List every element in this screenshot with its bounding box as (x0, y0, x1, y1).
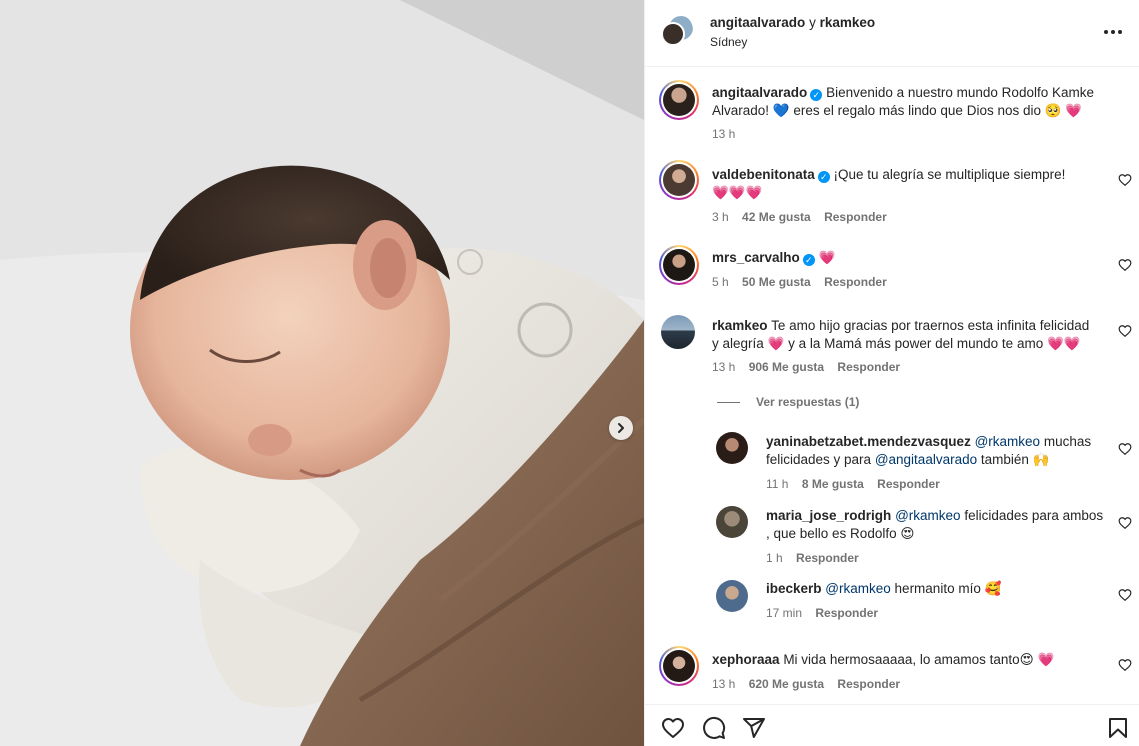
post-actions-bar (645, 704, 1139, 746)
comment-time: 13 h (712, 677, 736, 691)
reply-text: , que bello es Rodolfo 😍 (766, 526, 915, 541)
reply-button[interactable]: Responder (824, 210, 887, 224)
reply-avatar[interactable] (716, 506, 748, 538)
reply-avatar[interactable] (716, 432, 748, 464)
reply-item: ibeckerb @rkamkeo hermanito mío 🥰 17 min… (645, 578, 1139, 628)
baby-photo (0, 0, 644, 746)
mention-link[interactable]: @rkamkeo (975, 434, 1040, 449)
reply-avatar[interactable] (716, 580, 748, 612)
like-comment-heart-icon[interactable] (1118, 173, 1132, 187)
mention-link[interactable]: @rkamkeo (825, 581, 890, 596)
header-username[interactable]: angitaalvarado (710, 15, 805, 30)
paper-plane-icon[interactable] (742, 716, 766, 740)
reply-button[interactable]: Responder (837, 677, 900, 691)
post-header: angitaalvarado y rkamkeo Sídney (645, 0, 1139, 67)
caption-avatar[interactable] (659, 80, 699, 120)
comment-text: Mi vida hermosaaaaa, lo amamos tanto😍 💗 (783, 652, 1055, 667)
comment-text: Te amo hijo gracias por traernos esta in… (771, 318, 1090, 333)
comment-item: mrs_carvalho ✓ 💗 5 h 50 Me gusta Responde… (645, 245, 1139, 301)
comment-text-line2: 💗💗💗 (712, 185, 763, 200)
reply-text: felicidades y para (766, 452, 872, 467)
reply-button[interactable]: Responder (824, 275, 887, 289)
comment-likes[interactable]: 620 Me gusta (749, 677, 824, 691)
verified-badge-icon: ✓ (817, 171, 830, 183)
caption-text-line1: Bienvenido a nuestro mundo Rodolfo Kamke (826, 85, 1094, 100)
header-collaborator[interactable]: rkamkeo (820, 15, 876, 30)
like-comment-heart-icon[interactable] (1118, 588, 1132, 602)
reply-time: 11 h (766, 477, 789, 491)
comment-avatar[interactable] (661, 315, 695, 349)
caption: angitaalvarado ✓ Bienvenido a nuestro mun… (645, 78, 1139, 148)
ellipsis-icon (1104, 30, 1122, 34)
like-comment-heart-icon[interactable] (1118, 516, 1132, 530)
header-location[interactable]: Sídney (710, 35, 747, 49)
reply-text: también 🙌 (980, 452, 1050, 467)
reply-likes[interactable]: 8 Me gusta (802, 477, 864, 491)
post-media[interactable] (0, 0, 644, 746)
reply-button[interactable]: Responder (877, 477, 940, 491)
reply-text: felicidades para ambos (964, 508, 1104, 523)
reply-item: yaninabetzabet.mendezvasquez @rkamkeo mu… (645, 430, 1139, 492)
reply-text: muchas (1043, 434, 1092, 449)
caption-text-line2: Alvarado! 💙 eres el regalo más lindo que… (712, 103, 1083, 118)
verified-badge-icon: ✓ (810, 89, 823, 101)
like-comment-heart-icon[interactable] (1118, 324, 1132, 338)
comment-likes[interactable]: 50 Me gusta (742, 275, 811, 289)
reply-item: maria_jose_rodrigh @rkamkeo felicidades … (645, 504, 1139, 566)
reply-username[interactable]: yaninabetzabet.mendezvasquez (766, 434, 971, 449)
mention-link[interactable]: @rkamkeo (895, 508, 960, 523)
chevron-right-icon (618, 423, 624, 433)
caption-time: 13 h (712, 127, 736, 141)
comment-avatar[interactable] (659, 160, 699, 200)
header-avatar-stack[interactable] (661, 14, 693, 46)
bookmark-icon[interactable] (1106, 716, 1130, 740)
reply-time: 1 h (766, 551, 783, 565)
mention-link[interactable]: @angitaalvarado (875, 452, 977, 467)
comment-item: xephoraaa Mi vida hermosaaaaa, lo amamos… (645, 646, 1139, 702)
caption-username[interactable]: angitaalvarado (712, 85, 807, 100)
reply-button[interactable]: Responder (796, 551, 859, 565)
header-connector: y (809, 15, 816, 30)
comment-text: 💗 (818, 250, 836, 265)
comment-likes[interactable]: 906 Me gusta (749, 360, 824, 374)
comment-avatar[interactable] (659, 245, 699, 285)
comment-username[interactable]: rkamkeo (712, 318, 768, 333)
comment-username[interactable]: valdebenitonata (712, 167, 815, 182)
view-replies-toggle[interactable]: Ver respuestas (1) (645, 394, 1139, 412)
next-image-button[interactable] (609, 416, 633, 440)
reply-username[interactable]: maria_jose_rodrigh (766, 508, 891, 523)
comment-username[interactable]: xephoraaa (712, 652, 780, 667)
heart-outline-icon[interactable] (661, 716, 685, 740)
view-replies-label[interactable]: Ver respuestas (1) (756, 395, 859, 409)
comment-item: rkamkeo Te amo hijo gracias por traernos… (645, 313, 1139, 383)
comment-username[interactable]: mrs_carvalho (712, 250, 800, 265)
verified-badge-icon: ✓ (802, 254, 815, 266)
comments-list: angitaalvarado ✓ Bienvenido a nuestro mun… (645, 68, 1139, 704)
like-comment-heart-icon[interactable] (1118, 658, 1132, 672)
comment-time: 3 h (712, 210, 729, 224)
reply-time: 17 min (766, 606, 803, 620)
comment-text-line2: y alegría 💗 y a la Mamá más power del mu… (712, 336, 1081, 351)
like-comment-heart-icon[interactable] (1118, 442, 1132, 456)
comment-likes[interactable]: 42 Me gusta (742, 210, 811, 224)
comment-time: 5 h (712, 275, 729, 289)
post-side-panel: angitaalvarado y rkamkeo Sídney angitaal… (644, 0, 1139, 746)
like-comment-heart-icon[interactable] (1118, 258, 1132, 272)
reply-text: hermanito mío 🥰 (894, 581, 1002, 596)
comment-bubble-icon[interactable] (702, 716, 726, 740)
reply-button[interactable]: Responder (815, 606, 878, 620)
comment-item: valdebenitonata ✓ ¡Que tu alegría se mult… (645, 160, 1139, 230)
reply-button[interactable]: Responder (837, 360, 900, 374)
reply-username[interactable]: ibeckerb (766, 581, 822, 596)
comment-avatar[interactable] (659, 646, 699, 686)
comment-text: ¡Que tu alegría se multiplique siempre! (833, 167, 1066, 182)
comment-time: 13 h (712, 360, 736, 374)
more-options-button[interactable] (1101, 22, 1125, 42)
